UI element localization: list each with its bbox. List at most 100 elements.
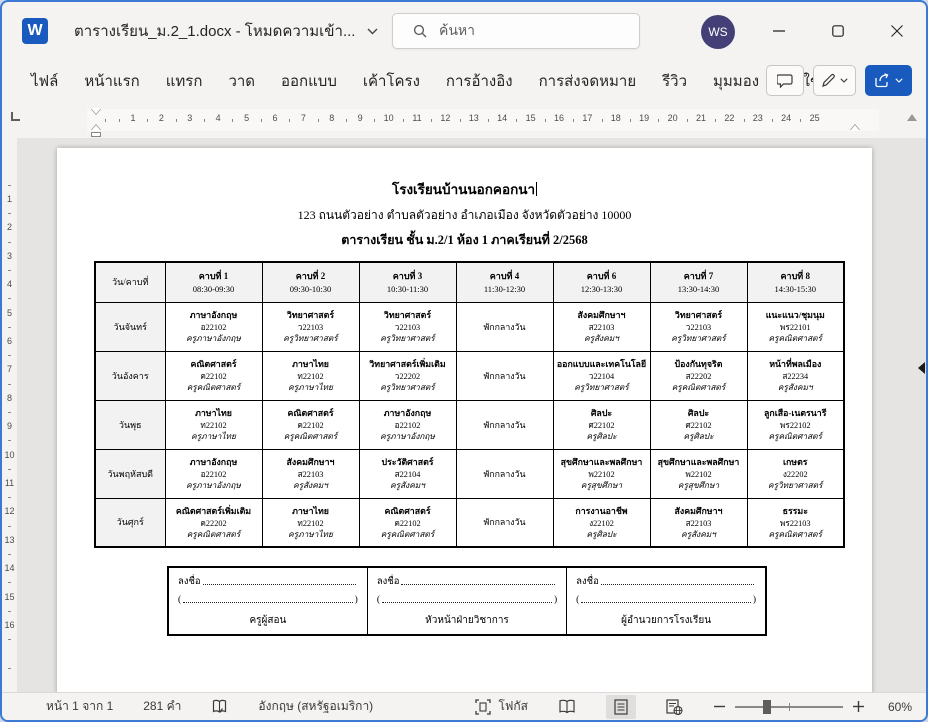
subject-cell[interactable]: สังคมศึกษาฯส22103ครูสังคมฯ	[553, 302, 650, 351]
zoom-in-button[interactable]	[853, 701, 864, 712]
ribbon-tab[interactable]: ไฟล์	[18, 64, 71, 98]
subject-cell[interactable]: ภาษาไทยท22102ครูภาษาไทย	[262, 351, 359, 400]
right-indent-marker[interactable]	[850, 125, 860, 131]
lunch-cell[interactable]: พักกลางวัน	[456, 400, 553, 449]
period-header[interactable]: คาบที่ 612:30-13:30	[553, 262, 650, 302]
ribbon-tab[interactable]: เค้าโครง	[350, 64, 433, 98]
zoom-slider[interactable]	[735, 706, 843, 708]
ruler-number: 4	[216, 113, 221, 123]
lunch-cell[interactable]: พักกลางวัน	[456, 302, 553, 351]
close-button[interactable]	[867, 2, 926, 60]
signature-table[interactable]: ลงชื่อ()ครูผู้สอนลงชื่อ()หัวหน้าฝ่ายวิชา…	[167, 566, 767, 636]
language-status[interactable]: อังกฤษ (สหรัฐอเมริกา)	[258, 697, 373, 716]
subject-cell[interactable]: วิทยาศาสตร์เพิ่มเติมว22202ครูวิทยาศาสตร์	[359, 351, 456, 400]
subject-cell[interactable]: แนะแนว/ชุมนุมพร22101ครูคณิตศาสตร์	[747, 302, 844, 351]
collapse-pane-arrow-icon[interactable]	[918, 362, 925, 374]
word-count-status[interactable]: 281 คำ	[143, 697, 181, 716]
day-cell[interactable]: วันพฤหัสบดี	[95, 449, 165, 498]
school-name-line[interactable]: โรงเรียนบ้านนอกคอกนา	[57, 180, 872, 200]
subject-cell[interactable]: คณิตศาสตร์ค22102ครูคณิตศาสตร์	[165, 351, 262, 400]
first-line-indent-marker[interactable]	[91, 108, 101, 114]
maximize-button[interactable]	[808, 2, 867, 60]
ribbon-tab[interactable]: หน้าแรก	[71, 64, 152, 98]
share-icon	[874, 73, 890, 88]
left-indent-marker[interactable]	[91, 132, 101, 137]
timetable-corner-header[interactable]: วัน/คาบที่	[95, 262, 165, 302]
subject-cell[interactable]: ภาษาอังกฤษอ22102ครูภาษาอังกฤษ	[165, 449, 262, 498]
subject-cell[interactable]: ภาษาไทยท22102ครูภาษาไทย	[262, 498, 359, 547]
subject-cell[interactable]: ศิลปะศ22102ครูศิลปะ	[650, 400, 747, 449]
subject-cell[interactable]: การงานอาชีพง22102ครูศิลปะ	[553, 498, 650, 547]
period-header[interactable]: คาบที่ 411:30-12:30	[456, 262, 553, 302]
lunch-cell[interactable]: พักกลางวัน	[456, 498, 553, 547]
minimize-button[interactable]	[749, 2, 808, 60]
ribbon-tab[interactable]: การส่งจดหมาย	[526, 64, 650, 98]
period-header[interactable]: คาบที่ 108:30-09:30	[165, 262, 262, 302]
period-header[interactable]: คาบที่ 814:30-15:30	[747, 262, 844, 302]
proofing-icon[interactable]	[211, 699, 228, 715]
zoom-slider-thumb[interactable]	[763, 700, 771, 714]
day-cell[interactable]: วันอังคาร	[95, 351, 165, 400]
document-page[interactable]: โรงเรียนบ้านนอกคอกนา 123 ถนนตัวอย่าง ตำบ…	[57, 148, 872, 692]
period-header[interactable]: คาบที่ 209:30-10:30	[262, 262, 359, 302]
ribbon-tab[interactable]: การอ้างอิง	[433, 64, 526, 98]
scroll-up-arrow[interactable]	[907, 114, 917, 121]
lunch-cell[interactable]: พักกลางวัน	[456, 449, 553, 498]
subject-cell[interactable]: ธรรมะพร22103ครูคณิตศาสตร์	[747, 498, 844, 547]
read-mode-button[interactable]	[552, 695, 582, 719]
subject-cell[interactable]: วิทยาศาสตร์ว22103ครูวิทยาศาสตร์	[262, 302, 359, 351]
print-layout-button[interactable]	[606, 695, 636, 719]
subject-cell[interactable]: สังคมศึกษาฯส22103ครูสังคมฯ	[650, 498, 747, 547]
document-title[interactable]: ตารางเรียน_ม.2_1.docx - โหมดความเข้า...	[74, 19, 378, 43]
subject-cell[interactable]: คณิตศาสตร์เพิ่มเติมค22202ครูคณิตศาสตร์	[165, 498, 262, 547]
day-cell[interactable]: วันศุกร์	[95, 498, 165, 547]
account-avatar[interactable]: WS	[701, 15, 735, 49]
lunch-cell[interactable]: พักกลางวัน	[456, 351, 553, 400]
share-button[interactable]	[865, 65, 912, 96]
web-layout-button[interactable]	[660, 695, 690, 719]
tab-stop-selector-icon[interactable]	[11, 112, 20, 121]
subject-cell[interactable]: ภาษาไทยท22102ครูภาษาไทย	[165, 400, 262, 449]
subject-cell[interactable]: เกษตรง22202ครูวิทยาศาสตร์	[747, 449, 844, 498]
ribbon-tab[interactable]: มุมมอง	[700, 64, 772, 98]
timetable[interactable]: วัน/คาบที่คาบที่ 108:30-09:30คาบที่ 209:…	[94, 261, 845, 548]
word-logo-icon[interactable]: W	[22, 18, 48, 44]
subject-cell[interactable]: ภาษาอังกฤษอ22102ครูภาษาอังกฤษ	[359, 400, 456, 449]
focus-mode-button[interactable]: โฟกัส	[475, 697, 528, 716]
signature-cell[interactable]: ลงชื่อ()หัวหน้าฝ่ายวิชาการ	[367, 567, 566, 635]
address-line[interactable]: 123 ถนนตัวอย่าง ตำบลตัวอย่าง อำเภอเมือง …	[57, 207, 872, 224]
subject-cell[interactable]: สุขศึกษาและพลศึกษาพ22102ครูสุขศึกษา	[553, 449, 650, 498]
subject-cell[interactable]: ศิลปะศ22102ครูศิลปะ	[553, 400, 650, 449]
comments-button[interactable]	[766, 65, 804, 96]
ribbon-tab[interactable]: รีวิว	[649, 64, 700, 98]
signature-cell[interactable]: ลงชื่อ()ผู้อำนวยการโรงเรียน	[567, 567, 766, 635]
subject-cell[interactable]: ลูกเสือ-เนตรนารีพร22102ครูคณิตศาสตร์	[747, 400, 844, 449]
timetable-subtitle-line[interactable]: ตารางเรียน ชั้น ม.2/1 ห้อง 1 ภาคเรียนที่…	[57, 231, 872, 249]
period-header[interactable]: คาบที่ 310:30-11:30	[359, 262, 456, 302]
subject-cell[interactable]: ออกแบบและเทคโนโลยีว22104ครูวิทยาศาสตร์	[553, 351, 650, 400]
page-count-status[interactable]: หน้า 1 จาก 1	[46, 697, 113, 716]
subject-cell[interactable]: วิทยาศาสตร์ว22103ครูวิทยาศาสตร์	[359, 302, 456, 351]
chevron-down-icon[interactable]	[367, 28, 378, 35]
subject-cell[interactable]: สังคมศึกษาฯส22103ครูสังคมฯ	[262, 449, 359, 498]
signature-cell[interactable]: ลงชื่อ()ครูผู้สอน	[168, 567, 367, 635]
subject-cell[interactable]: ภาษาอังกฤษอ22102ครูภาษาอังกฤษ	[165, 302, 262, 351]
day-cell[interactable]: วันจันทร์	[95, 302, 165, 351]
subject-cell[interactable]: สุขศึกษาและพลศึกษาพ22102ครูสุขศึกษา	[650, 449, 747, 498]
search-input[interactable]: ค้นหา	[392, 13, 640, 49]
zoom-level[interactable]: 60%	[888, 700, 912, 714]
hanging-indent-marker[interactable]	[91, 125, 101, 131]
subject-cell[interactable]: คณิตศาสตร์ค22102ครูคณิตศาสตร์	[262, 400, 359, 449]
ribbon-tab[interactable]: ออกแบบ	[268, 64, 350, 98]
subject-cell[interactable]: วิทยาศาสตร์ว22103ครูวิทยาศาสตร์	[650, 302, 747, 351]
editing-mode-button[interactable]	[813, 65, 856, 96]
ribbon-tab[interactable]: วาด	[215, 64, 268, 98]
zoom-out-button[interactable]	[714, 701, 725, 712]
subject-cell[interactable]: หน้าที่พลเมืองส22234ครูสังคมฯ	[747, 351, 844, 400]
subject-cell[interactable]: ประวัติศาสตร์ส22104ครูสังคมฯ	[359, 449, 456, 498]
ribbon-tab[interactable]: แทรก	[153, 64, 216, 98]
period-header[interactable]: คาบที่ 713:30-14:30	[650, 262, 747, 302]
subject-cell[interactable]: คณิตศาสตร์ค22102ครูคณิตศาสตร์	[359, 498, 456, 547]
subject-cell[interactable]: ป้องกันทุจริตส22202ครูคณิตศาสตร์	[650, 351, 747, 400]
day-cell[interactable]: วันพุธ	[95, 400, 165, 449]
